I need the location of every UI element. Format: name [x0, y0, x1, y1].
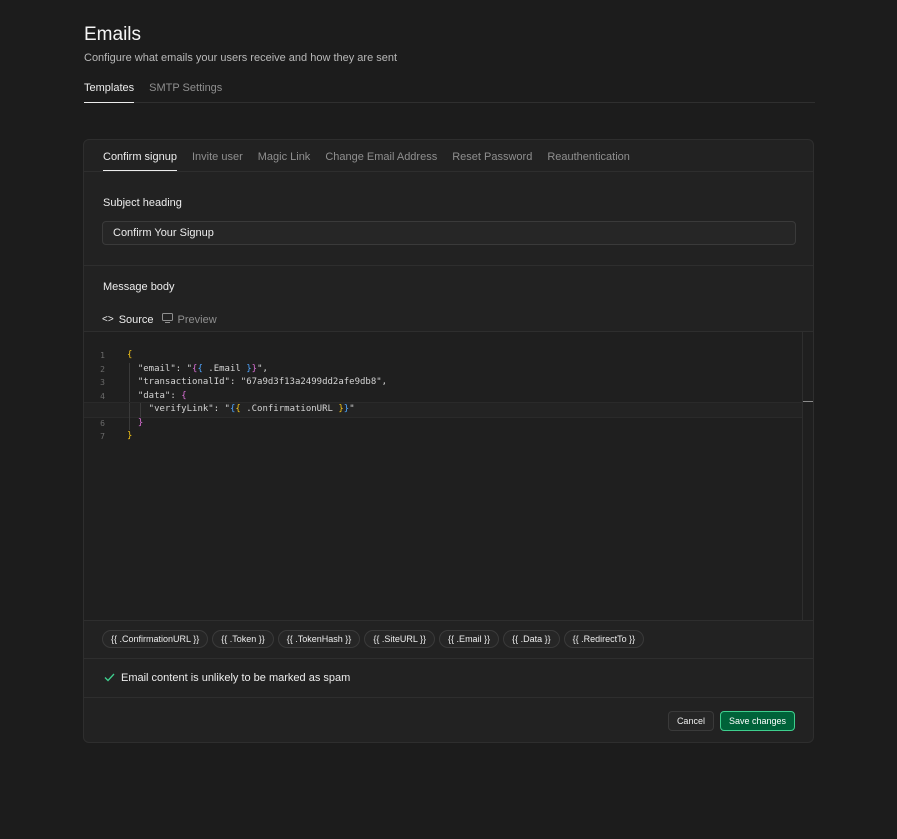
- tab-reauthentication[interactable]: Reauthentication: [547, 140, 630, 171]
- code-line: "transactionalId": "67a9d3f13a2499dd2afe…: [127, 376, 801, 390]
- variable-chip-token-hash[interactable]: {{ .TokenHash }}: [277, 630, 361, 648]
- spam-check-text: Email content is unlikely to be marked a…: [121, 672, 351, 684]
- code-line: "verifyLink": "{{ .ConfirmationURL }}": [84, 402, 813, 418]
- template-tabs: Confirm signup Invite user Magic Link Ch…: [84, 140, 813, 172]
- variable-chip-confirmation-url[interactable]: {{ .ConfirmationURL }}: [102, 630, 209, 648]
- message-body-label: Message body: [103, 281, 175, 293]
- line-number: 3: [100, 378, 105, 387]
- check-icon: [104, 673, 115, 685]
- line-number: 1: [100, 351, 105, 360]
- line-number: 6: [100, 418, 105, 428]
- tab-change-email-address[interactable]: Change Email Address: [325, 140, 437, 171]
- variable-chip-redirect-to[interactable]: {{ .RedirectTo }}: [563, 630, 645, 648]
- code-icon: <>: [102, 314, 114, 325]
- tab-smtp-settings[interactable]: SMTP Settings: [149, 80, 222, 102]
- tab-magic-link[interactable]: Magic Link: [258, 140, 311, 171]
- code-line: {: [127, 350, 133, 360]
- line-number: 2: [100, 364, 105, 374]
- page-title: Emails: [84, 24, 142, 45]
- page-subtitle: Configure what emails your users receive…: [84, 52, 398, 64]
- tab-preview-label: Preview: [177, 313, 217, 326]
- tab-source[interactable]: <> Source: [102, 310, 154, 335]
- indent-guide: [129, 376, 130, 390]
- tab-source-label: Source: [118, 313, 154, 326]
- code-line: }: [127, 431, 133, 441]
- indent-guide: [129, 362, 130, 376]
- subject-section: Subject heading Confirm Your Signup: [84, 172, 813, 266]
- code-content[interactable]: { "email": "{{ .Email }}", "transactiona…: [84, 349, 813, 444]
- tab-invite-user[interactable]: Invite user: [192, 140, 243, 171]
- tab-reset-password[interactable]: Reset Password: [452, 140, 532, 171]
- tab-confirm-signup[interactable]: Confirm signup: [103, 140, 177, 171]
- code-line: "email": "{{ .Email }}",: [127, 362, 801, 376]
- line-number-gutter: 1 2 3 4 5 6 7: [84, 349, 112, 444]
- line-number: 4: [100, 391, 105, 401]
- tab-preview[interactable]: Preview: [161, 310, 217, 329]
- subject-input[interactable]: Confirm Your Signup: [102, 221, 796, 245]
- indent-guide: [139, 403, 141, 417]
- scroll-position-marker: [803, 401, 813, 402]
- code-line: "data": {: [127, 389, 801, 403]
- monitor-icon: [161, 313, 173, 326]
- subject-label: Subject heading: [103, 197, 182, 209]
- indent-guide: [129, 416, 130, 430]
- cancel-button[interactable]: Cancel: [667, 711, 714, 731]
- view-tabs: <> Source Preview: [102, 310, 217, 335]
- code-line: }: [127, 416, 801, 430]
- variable-chip-site-url[interactable]: {{ .SiteURL }}: [364, 630, 436, 648]
- code-editor[interactable]: 1 2 3 4 5 6 7 { "email": "{{ .Email }}",…: [84, 332, 813, 621]
- page-header: Emails Configure what emails your users …: [84, 24, 815, 65]
- editor-scrollbar[interactable]: [802, 332, 813, 620]
- spam-check-row: Email content is unlikely to be marked a…: [84, 658, 813, 698]
- line-number: 7: [100, 432, 105, 441]
- variable-chip-data[interactable]: {{ .Data }}: [503, 630, 560, 648]
- top-tabs: Templates SMTP Settings: [84, 80, 815, 103]
- footer-actions: Cancel Save changes: [667, 711, 795, 731]
- variable-chips: {{ .ConfirmationURL }} {{ .Token }} {{ .…: [102, 630, 645, 648]
- indent-guide: [129, 389, 130, 403]
- save-changes-button[interactable]: Save changes: [719, 711, 795, 731]
- variable-chip-email[interactable]: {{ .Email }}: [439, 630, 500, 648]
- variable-chip-token[interactable]: {{ .Token }}: [212, 630, 274, 648]
- email-template-card: Confirm signup Invite user Magic Link Ch…: [83, 139, 814, 743]
- indent-guide: [129, 403, 130, 417]
- tab-templates[interactable]: Templates: [84, 80, 135, 103]
